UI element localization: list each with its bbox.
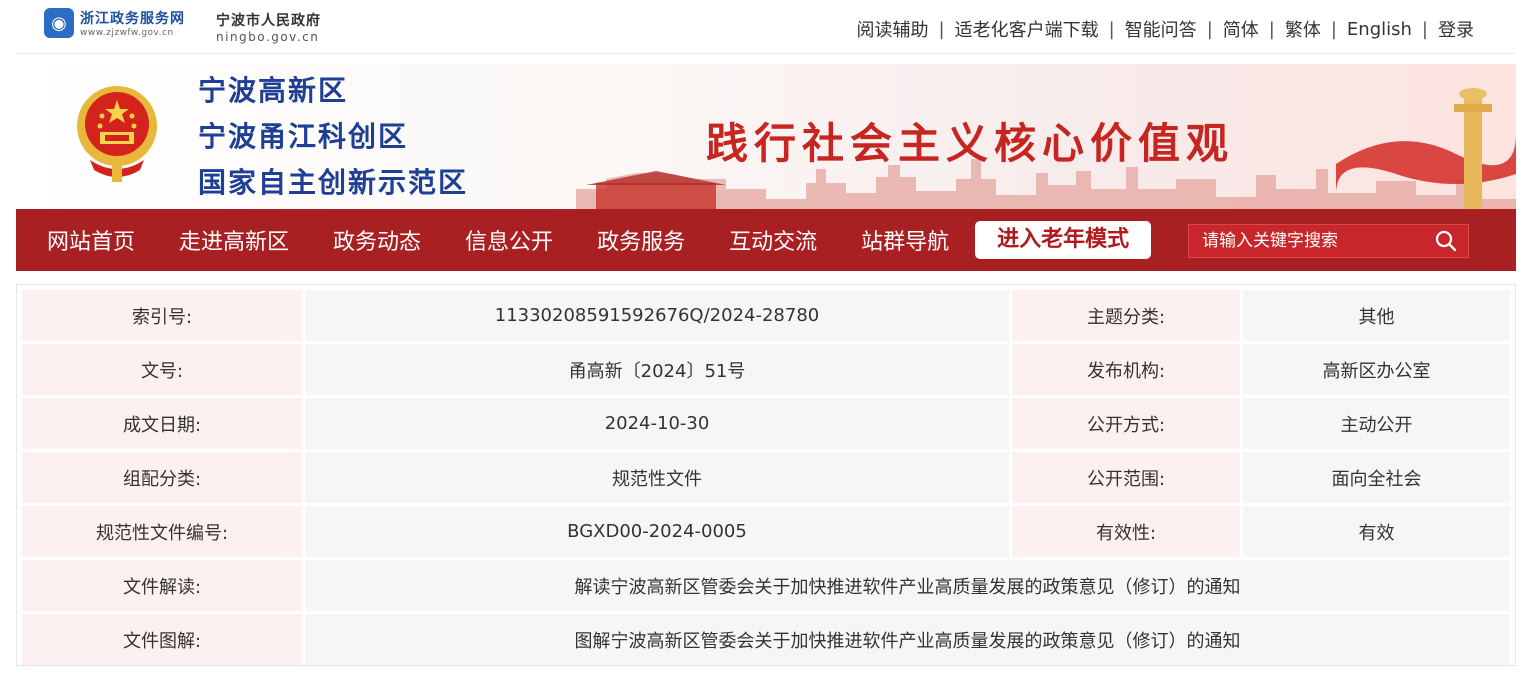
disclosure-scope-value: 面向全社会 xyxy=(1243,452,1510,503)
divider: | xyxy=(1268,18,1275,40)
divider: | xyxy=(1206,18,1213,40)
issuing-agency-value: 高新区办公室 xyxy=(1243,344,1510,395)
grouping-category-label: 组配分类: xyxy=(22,452,302,503)
nav-information-disclosure[interactable]: 信息公开 xyxy=(443,224,575,256)
red-ribbon-huabiao-decoration xyxy=(1336,88,1516,209)
search-icon xyxy=(1435,230,1457,252)
divider: | xyxy=(1108,18,1115,40)
zjzwfw-logo-title: 浙江政务服务网 xyxy=(80,11,185,27)
written-date-label: 成文日期: xyxy=(22,398,302,449)
disclosure-scope-label: 公开范围: xyxy=(1012,452,1240,503)
elder-mode-button[interactable]: 进入老年模式 xyxy=(975,221,1152,259)
table-row: 规范性文件编号: BGXD00-2024-0005 有效性: 有效 xyxy=(22,506,1510,557)
traditional-chinese-link[interactable]: 繁体 xyxy=(1285,16,1321,42)
nav-about-district[interactable]: 走进高新区 xyxy=(157,224,311,256)
divider: | xyxy=(1421,18,1428,40)
grouping-category-value: 规范性文件 xyxy=(305,452,1009,503)
main-nav: 网站首页 走进高新区 政务动态 信息公开 政务服务 互动交流 站群导航 进入老年… xyxy=(16,209,1516,271)
document-number-label: 文号: xyxy=(22,344,302,395)
banner-slogan: 践行社会主义核心价值观 xyxy=(706,119,1235,168)
document-illustration-label: 文件图解: xyxy=(22,614,302,665)
nav-site-group[interactable]: 站群导航 xyxy=(839,224,971,256)
document-info-table: 索引号: 11330208591592676Q/2024-28780 主题分类:… xyxy=(19,287,1513,668)
table-row: 文号: 甬高新〔2024〕51号 发布机构: 高新区办公室 xyxy=(22,344,1510,395)
reading-assist-link[interactable]: 阅读辅助 xyxy=(857,16,929,42)
table-row: 文件图解: 图解宁波高新区管委会关于加快推进软件产业高质量发展的政策意见（修订）… xyxy=(22,614,1510,665)
regulation-number-label: 规范性文件编号: xyxy=(22,506,302,557)
search-box xyxy=(1188,224,1469,258)
nav-government-services[interactable]: 政务服务 xyxy=(575,224,707,256)
smart-qa-link[interactable]: 智能问答 xyxy=(1125,16,1197,42)
search-button[interactable] xyxy=(1429,225,1463,257)
search-input[interactable] xyxy=(1189,231,1429,251)
table-row: 文件解读: 解读宁波高新区管委会关于加快推进软件产业高质量发展的政策意见（修订）… xyxy=(22,560,1510,611)
divider: | xyxy=(938,18,945,40)
table-row: 索引号: 11330208591592676Q/2024-28780 主题分类:… xyxy=(22,290,1510,341)
document-info-panel: 索引号: 11330208591592676Q/2024-28780 主题分类:… xyxy=(16,284,1516,666)
national-emblem-icon xyxy=(77,86,157,182)
ningbo-gov-logo-url: ningbo.gov.cn xyxy=(216,30,320,44)
validity-label: 有效性: xyxy=(1012,506,1240,557)
nav-home[interactable]: 网站首页 xyxy=(16,224,157,256)
ningbo-gov-logo[interactable]: 宁波市人民政府 ningbo.gov.cn xyxy=(216,10,321,44)
disclosure-method-value: 主动公开 xyxy=(1243,398,1510,449)
topic-category-label: 主题分类: xyxy=(1012,290,1240,341)
validity-value: 有效 xyxy=(1243,506,1510,557)
district-name-3: 国家自主创新示范区 xyxy=(198,166,469,199)
topic-category-value: 其他 xyxy=(1243,290,1510,341)
simplified-chinese-link[interactable]: 简体 xyxy=(1223,16,1259,42)
elderly-client-download-link[interactable]: 适老化客户端下载 xyxy=(955,16,1099,42)
written-date-value: 2024-10-30 xyxy=(305,398,1009,449)
zjzwfw-logo[interactable]: ◉ 浙江政务服务网 www.zjzwfw.gov.cn xyxy=(44,8,185,38)
nav-interaction[interactable]: 互动交流 xyxy=(707,224,839,256)
district-names: 宁波高新区 宁波甬江科创区 国家自主创新示范区 xyxy=(198,70,468,204)
district-name-2: 宁波甬江科创区 xyxy=(198,120,409,153)
table-row: 组配分类: 规范性文件 公开范围: 面向全社会 xyxy=(22,452,1510,503)
index-number-value: 11330208591592676Q/2024-28780 xyxy=(305,290,1009,341)
divider: | xyxy=(1330,18,1337,40)
issuing-agency-label: 发布机构: xyxy=(1012,344,1240,395)
document-interpretation-label: 文件解读: xyxy=(22,560,302,611)
document-illustration-link[interactable]: 图解宁波高新区管委会关于加快推进软件产业高质量发展的政策意见（修订）的通知 xyxy=(305,614,1510,665)
top-bar: ◉ 浙江政务服务网 www.zjzwfw.gov.cn 宁波市人民政府 ning… xyxy=(16,0,1516,54)
regulation-number-value: BGXD00-2024-0005 xyxy=(305,506,1009,557)
disclosure-method-label: 公开方式: xyxy=(1012,398,1240,449)
index-number-label: 索引号: xyxy=(22,290,302,341)
table-row: 成文日期: 2024-10-30 公开方式: 主动公开 xyxy=(22,398,1510,449)
zjzwfw-logo-url: www.zjzwfw.gov.cn xyxy=(80,28,174,38)
login-link[interactable]: 登录 xyxy=(1438,16,1474,42)
site-banner: 宁波高新区 宁波甬江科创区 国家自主创新示范区 践行社会主义核心价值观 xyxy=(16,64,1516,209)
ningbo-gov-logo-title: 宁波市人民政府 xyxy=(216,13,321,29)
zjzwfw-logo-icon: ◉ xyxy=(44,8,74,38)
district-name-1: 宁波高新区 xyxy=(198,74,349,107)
document-interpretation-link[interactable]: 解读宁波高新区管委会关于加快推进软件产业高质量发展的政策意见（修订）的通知 xyxy=(305,560,1510,611)
document-number-value: 甬高新〔2024〕51号 xyxy=(305,344,1009,395)
top-links: 阅读辅助 | 适老化客户端下载 | 智能问答 | 简体 | 繁体 | Engli… xyxy=(857,16,1474,42)
nav-government-news[interactable]: 政务动态 xyxy=(311,224,443,256)
english-link[interactable]: English xyxy=(1347,19,1412,40)
